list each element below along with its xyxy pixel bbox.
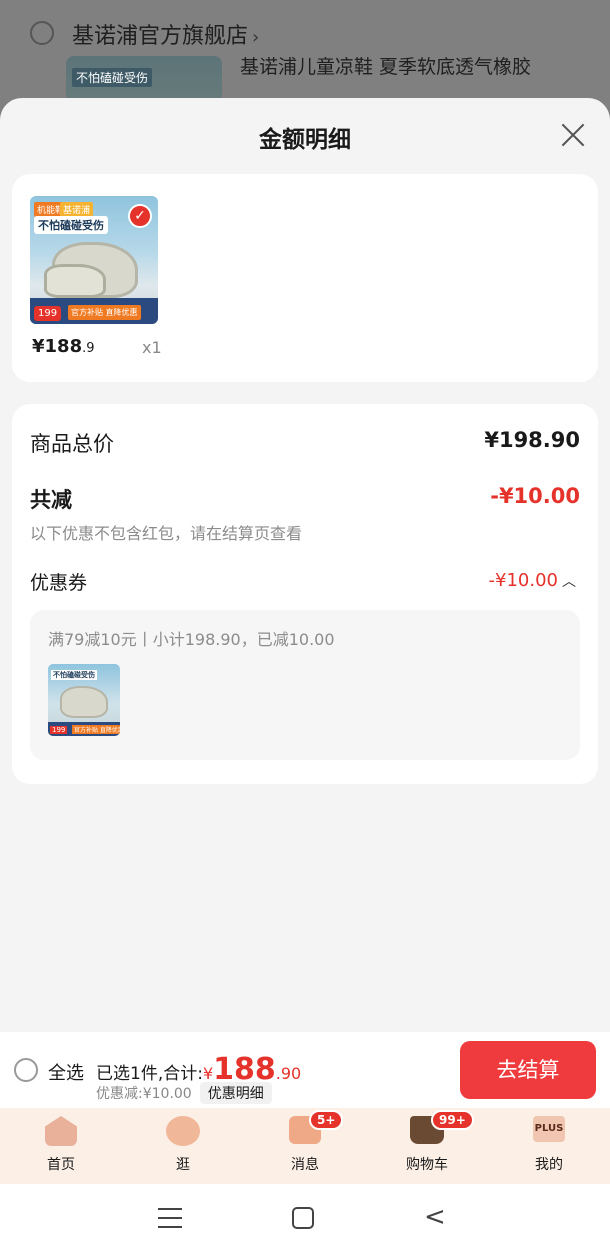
thumb-slogan: 不怕磕碰受伤 [51, 670, 97, 680]
summary-card: 商品总价 ¥198.90 共减 -¥10.00 以下优惠不包含红包，请在结算页查… [12, 404, 598, 784]
image-promo-text: 官方补贴 直降优惠 [68, 305, 141, 320]
product-quantity: x1 [142, 338, 162, 357]
reduce-label: 共减 [30, 488, 72, 512]
checkout-button[interactable]: 去结算 [460, 1041, 596, 1099]
checkmark-icon: ✓ [128, 204, 152, 228]
product-slogan: 不怕磕碰受伤 [34, 216, 108, 234]
reduce-value: -¥10.00 [490, 484, 580, 508]
tab-label: 逛 [176, 1157, 190, 1173]
coupon-product-thumbnail[interactable]: 不怕磕碰受伤 199 官方补贴 直降优惠 [48, 664, 120, 736]
thumb-promo-text: 官方补贴 直降优惠 [72, 725, 120, 734]
coupon-value: -¥10.00 [488, 570, 558, 591]
thumb-price-tag: 199 [50, 726, 68, 734]
cart-count-badge: 99+ [431, 1110, 474, 1130]
store-name: 基诺浦官方旗舰店 [72, 24, 249, 49]
plus-icon: PLUS [533, 1116, 565, 1142]
image-price-tag: 199 [34, 306, 62, 321]
close-icon[interactable] [560, 122, 586, 148]
coupon-detail-text: 满79减10元丨小计198.90，已减10.00 [48, 630, 335, 649]
discount-summary: 优惠减:¥10.00 优惠明细 [96, 1082, 272, 1104]
menu-icon[interactable] [158, 1208, 182, 1228]
back-icon[interactable]: < [424, 1204, 446, 1230]
shoe-graphic [44, 264, 106, 298]
message-count-badge: 5+ [309, 1110, 344, 1130]
select-all-radio[interactable] [14, 1058, 38, 1082]
bottom-tab-bar: 首页 逛 5+ 消息 99+ 购物车 PLUS 我的 [0, 1108, 610, 1184]
discount-note: 以下优惠不包含红包，请在结算页查看 [30, 524, 303, 543]
tab-label: 购物车 [406, 1157, 448, 1173]
store-radio[interactable] [30, 21, 54, 45]
system-navigation-bar: < [0, 1184, 610, 1254]
tab-label: 消息 [291, 1157, 319, 1173]
coupon-toggle[interactable]: -¥10.00 ︿ [489, 570, 576, 591]
total-value: ¥198.90 [484, 428, 580, 452]
sheet-title: 金额明细 [259, 127, 351, 153]
thumb-slogan: 不怕磕碰受伤 [72, 68, 153, 87]
product-image[interactable]: 机能鞋 基诺浦 不怕磕碰受伤 199 官方补贴 直降优惠 ✓ [30, 196, 158, 324]
select-all-label[interactable]: 全选 [48, 1059, 84, 1085]
chevron-up-icon: ︿ [562, 574, 576, 590]
chevron-right-icon: › [252, 27, 260, 48]
tab-cart[interactable]: 99+ 购物车 [382, 1110, 474, 1174]
cart-page: 基诺浦官方旗舰店 › 不怕磕碰受伤 基诺浦儿童凉鞋 夏季软底透气橡胶 金额明细 机… [0, 0, 610, 1254]
shoe-graphic [60, 686, 108, 718]
home-icon [45, 1116, 77, 1146]
discount-detail-button[interactable]: 优惠明细 [199, 1082, 272, 1104]
background-product-title[interactable]: 基诺浦儿童凉鞋 夏季软底透气橡胶 [240, 52, 531, 79]
tab-browse[interactable]: 逛 [138, 1116, 228, 1174]
face-icon [166, 1116, 200, 1146]
tab-label: 我的 [535, 1157, 563, 1173]
brand-badge: 基诺浦 [60, 202, 94, 217]
coupon-label: 优惠券 [30, 572, 88, 594]
product-card: 机能鞋 基诺浦 不怕磕碰受伤 199 官方补贴 直降优惠 ✓ ¥188.9 x1 [12, 174, 598, 382]
tab-messages[interactable]: 5+ 消息 [260, 1110, 350, 1174]
tab-home[interactable]: 首页 [16, 1116, 106, 1174]
tab-label: 首页 [47, 1157, 75, 1173]
home-square-icon[interactable] [292, 1207, 314, 1229]
coupon-detail-box: 满79减10元丨小计198.90，已减10.00 不怕磕碰受伤 199 官方补贴… [30, 610, 580, 760]
tab-profile[interactable]: PLUS 我的 [504, 1116, 594, 1174]
product-price: ¥188.9 [32, 336, 95, 357]
total-label: 商品总价 [30, 432, 114, 456]
store-name-link[interactable]: 基诺浦官方旗舰店 › [72, 18, 259, 50]
checkout-bar: 全选 已选1件,合计:¥188.90 优惠减:¥10.00 优惠明细 去结算 [0, 1032, 610, 1108]
